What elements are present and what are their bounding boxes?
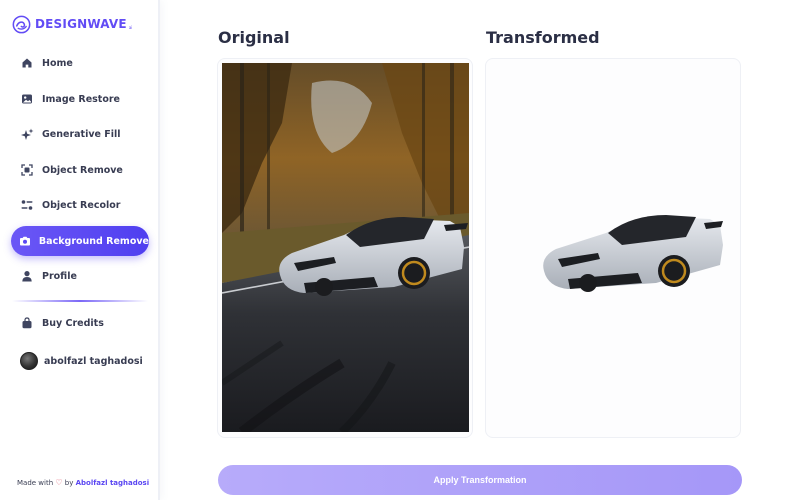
brand-logo[interactable]: DESIGNWAVE ai xyxy=(12,13,132,35)
sidebar-item-label: Image Restore xyxy=(42,93,121,105)
sidebar-item-label: Profile xyxy=(42,270,77,282)
original-image xyxy=(222,63,469,432)
sidebar-item-buy-credits[interactable]: Buy Credits xyxy=(11,308,149,338)
bag-icon xyxy=(19,315,35,331)
footer-by: by xyxy=(64,479,74,487)
sidebar-footer: Made with ♡ by Abolfazl taghadosi xyxy=(17,478,149,487)
sparkles-icon xyxy=(19,126,35,142)
transformed-image xyxy=(543,215,723,292)
user-icon xyxy=(19,268,35,284)
user-name: abolfazl taghadosi xyxy=(44,355,143,367)
sidebar-item-object-recolor[interactable]: Object Recolor xyxy=(11,190,149,220)
scan-icon xyxy=(19,162,35,178)
sidebar-item-label: Background Remove xyxy=(38,235,149,247)
sliders-icon xyxy=(19,197,35,213)
apply-transformation-button[interactable]: Apply Transformation xyxy=(218,465,742,495)
sidebar-item-profile[interactable]: Profile xyxy=(11,261,149,291)
app-root: DESIGNWAVE ai Home Image Restore Generat… xyxy=(0,0,800,500)
sidebar-item-label: Object Remove xyxy=(42,164,123,176)
heart-icon: ♡ xyxy=(55,478,63,487)
buy-credits-label: Buy Credits xyxy=(42,317,104,329)
camera-icon xyxy=(19,233,32,249)
sidebar-item-label: Generative Fill xyxy=(42,128,121,140)
brand-name: DESIGNWAVE xyxy=(35,17,127,31)
sidebar-item-label: Object Recolor xyxy=(42,199,121,211)
sidebar-item-object-remove[interactable]: Object Remove xyxy=(11,155,149,185)
wave-logo-icon xyxy=(12,15,31,33)
original-title: Original xyxy=(218,28,290,47)
sidebar-item-image-restore[interactable]: Image Restore xyxy=(11,84,149,114)
sidebar-item-home[interactable]: Home xyxy=(11,48,149,78)
sidebar: DESIGNWAVE ai Home Image Restore Generat… xyxy=(0,0,160,500)
transformed-title: Transformed xyxy=(486,28,600,47)
sidebar-item-background-remove[interactable]: Background Remove xyxy=(11,226,149,256)
image-icon xyxy=(19,91,35,107)
footer-author-link[interactable]: Abolfazl taghadosi xyxy=(76,479,150,487)
sidebar-item-generative-fill[interactable]: Generative Fill xyxy=(11,119,149,149)
sidebar-divider xyxy=(12,300,148,302)
brand-mark: ai xyxy=(128,24,133,30)
user-profile-link[interactable]: abolfazl taghadosi xyxy=(11,346,149,376)
footer-made-with: Made with xyxy=(17,479,54,487)
avatar xyxy=(20,352,38,370)
home-icon xyxy=(19,55,35,71)
sidebar-item-label: Home xyxy=(42,57,73,69)
